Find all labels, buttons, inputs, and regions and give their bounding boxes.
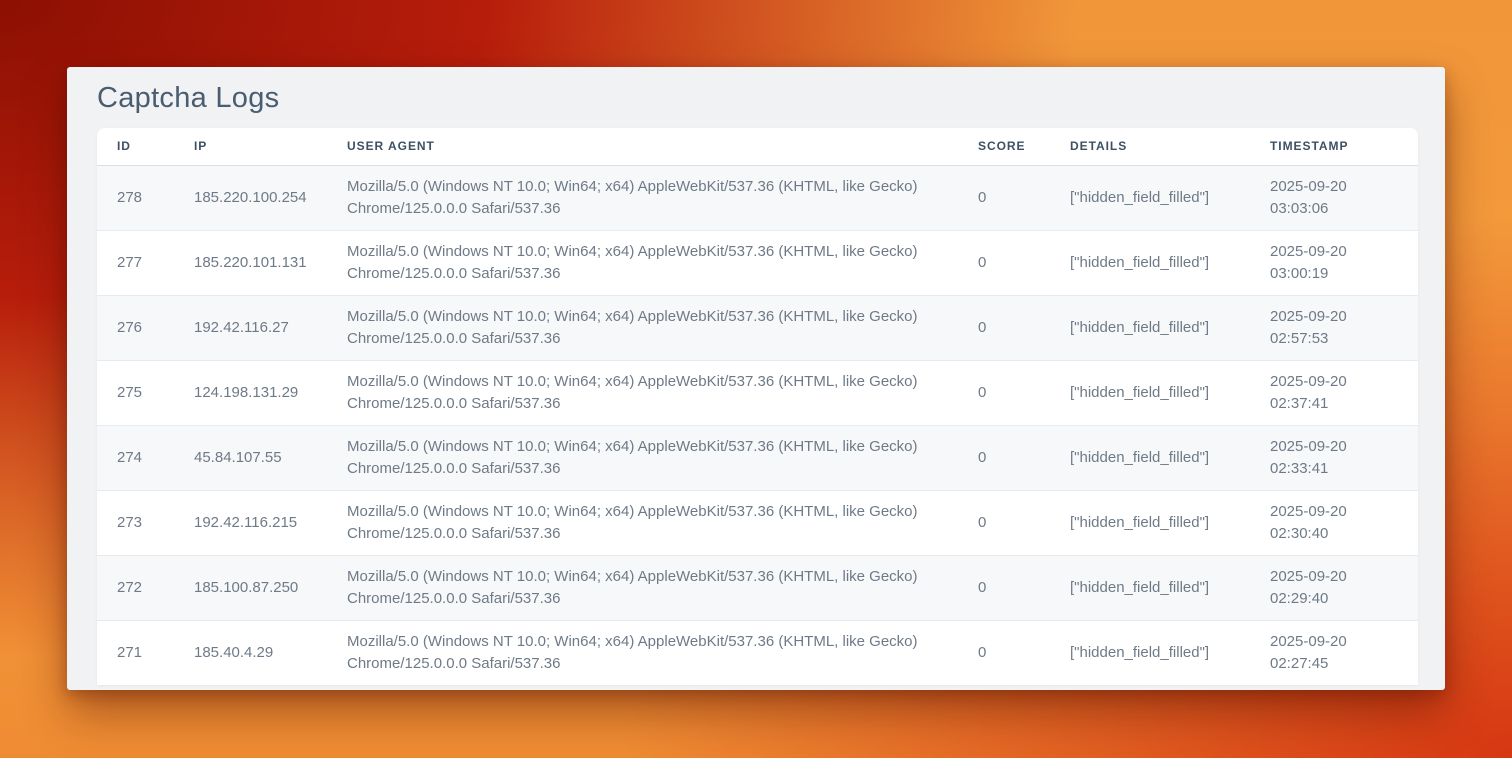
column-header-user_agent: USER AGENT [327,128,958,166]
cell-details: ["hidden_field_filled"] [1050,556,1250,621]
cell-timestamp: 2025-09-20 02:33:41 [1250,426,1418,491]
cell-ip: 185.220.101.131 [174,231,327,296]
cell-timestamp: 2025-09-20 02:30:40 [1250,491,1418,556]
cell-score: 0 [958,621,1050,686]
cell-score: 0 [958,556,1050,621]
table-body: 278185.220.100.254Mozilla/5.0 (Windows N… [97,166,1418,686]
cell-timestamp: 2025-09-20 02:37:41 [1250,361,1418,426]
cell-timestamp: 2025-09-20 02:29:40 [1250,556,1418,621]
table-row: 273192.42.116.215Mozilla/5.0 (Windows NT… [97,491,1418,556]
cell-id: 278 [97,166,174,231]
cell-score: 0 [958,231,1050,296]
cell-score: 0 [958,491,1050,556]
cell-details: ["hidden_field_filled"] [1050,491,1250,556]
cell-ip: 45.84.107.55 [174,426,327,491]
cell-score: 0 [958,296,1050,361]
cell-details: ["hidden_field_filled"] [1050,296,1250,361]
cell-user_agent: Mozilla/5.0 (Windows NT 10.0; Win64; x64… [327,361,958,426]
cell-id: 276 [97,296,174,361]
table-header-row: IDIPUSER AGENTSCOREDETAILSTIMESTAMP [97,128,1418,166]
cell-id: 273 [97,491,174,556]
column-header-timestamp: TIMESTAMP [1250,128,1418,166]
column-header-details: DETAILS [1050,128,1250,166]
cell-ip: 192.42.116.27 [174,296,327,361]
cell-ip: 185.220.100.254 [174,166,327,231]
cell-details: ["hidden_field_filled"] [1050,621,1250,686]
cell-score: 0 [958,361,1050,426]
logs-table-container: IDIPUSER AGENTSCOREDETAILSTIMESTAMP 2781… [97,128,1418,685]
table-row: 271185.40.4.29Mozilla/5.0 (Windows NT 10… [97,621,1418,686]
cell-user_agent: Mozilla/5.0 (Windows NT 10.0; Win64; x64… [327,426,958,491]
cell-id: 275 [97,361,174,426]
column-header-score: SCORE [958,128,1050,166]
column-header-ip: IP [174,128,327,166]
cell-user_agent: Mozilla/5.0 (Windows NT 10.0; Win64; x64… [327,296,958,361]
table-row: 272185.100.87.250Mozilla/5.0 (Windows NT… [97,556,1418,621]
cell-details: ["hidden_field_filled"] [1050,361,1250,426]
cell-ip: 185.100.87.250 [174,556,327,621]
table-row: 277185.220.101.131Mozilla/5.0 (Windows N… [97,231,1418,296]
cell-details: ["hidden_field_filled"] [1050,231,1250,296]
logs-table: IDIPUSER AGENTSCOREDETAILSTIMESTAMP 2781… [97,128,1418,685]
cell-timestamp: 2025-09-20 02:27:45 [1250,621,1418,686]
table-row: 275124.198.131.29Mozilla/5.0 (Windows NT… [97,361,1418,426]
cell-timestamp: 2025-09-20 03:00:19 [1250,231,1418,296]
page-title: Captcha Logs [97,82,1415,115]
cell-ip: 192.42.116.215 [174,491,327,556]
cell-ip: 124.198.131.29 [174,361,327,426]
cell-user_agent: Mozilla/5.0 (Windows NT 10.0; Win64; x64… [327,491,958,556]
captcha-logs-card: Captcha Logs IDIPUSER AGENTSCOREDETAILST… [67,67,1445,690]
cell-user_agent: Mozilla/5.0 (Windows NT 10.0; Win64; x64… [327,556,958,621]
cell-score: 0 [958,166,1050,231]
cell-id: 277 [97,231,174,296]
cell-ip: 185.40.4.29 [174,621,327,686]
cell-score: 0 [958,426,1050,491]
cell-id: 272 [97,556,174,621]
table-head: IDIPUSER AGENTSCOREDETAILSTIMESTAMP [97,128,1418,166]
table-row: 278185.220.100.254Mozilla/5.0 (Windows N… [97,166,1418,231]
table-row: 27445.84.107.55Mozilla/5.0 (Windows NT 1… [97,426,1418,491]
cell-user_agent: Mozilla/5.0 (Windows NT 10.0; Win64; x64… [327,231,958,296]
table-row: 276192.42.116.27Mozilla/5.0 (Windows NT … [97,296,1418,361]
cell-details: ["hidden_field_filled"] [1050,166,1250,231]
column-header-id: ID [97,128,174,166]
cell-id: 274 [97,426,174,491]
cell-timestamp: 2025-09-20 03:03:06 [1250,166,1418,231]
cell-user_agent: Mozilla/5.0 (Windows NT 10.0; Win64; x64… [327,166,958,231]
cell-timestamp: 2025-09-20 02:57:53 [1250,296,1418,361]
cell-id: 271 [97,621,174,686]
cell-details: ["hidden_field_filled"] [1050,426,1250,491]
page-background: { "page": { "title": "Captcha Logs" }, "… [0,0,1512,758]
cell-user_agent: Mozilla/5.0 (Windows NT 10.0; Win64; x64… [327,621,958,686]
